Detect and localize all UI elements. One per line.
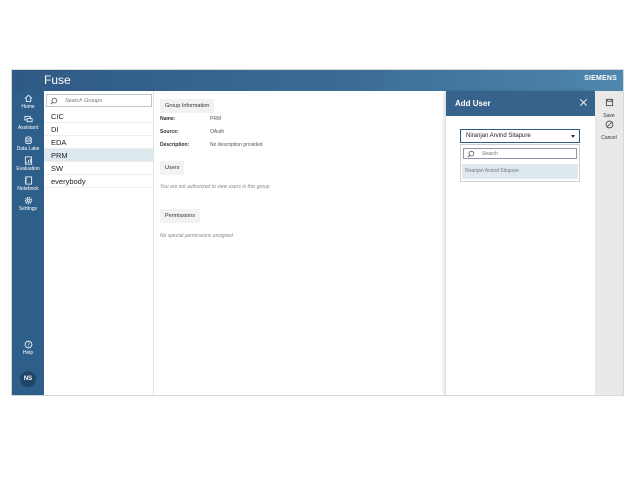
user-search-input[interactable] (482, 150, 572, 158)
nav-item-help[interactable]: ? Help (12, 340, 44, 356)
nav-item-label: Notebook (17, 186, 39, 192)
name-label: Name: (160, 116, 176, 122)
description-value: No description provided (210, 142, 263, 148)
nav-item-evaluation[interactable]: Evaluation (12, 156, 44, 172)
group-detail-panel: Group Information Name: PRM Source: OAut… (154, 91, 446, 395)
permissions-header: Permissions (160, 209, 200, 223)
database-icon (24, 136, 32, 145)
gear-icon (24, 196, 32, 205)
permissions-message: No special permissions assigned (160, 233, 233, 239)
action-bar: Save Cancel (595, 91, 623, 395)
source-label: Source: (160, 129, 179, 135)
cancel-button[interactable]: Cancel (595, 116, 623, 141)
search-icon (467, 150, 475, 158)
group-item-prm[interactable]: PRM (44, 149, 153, 162)
save-icon (605, 98, 613, 107)
source-value: OAuth (210, 129, 225, 135)
nav-item-label: Home (21, 104, 35, 110)
add-user-title: Add User (455, 99, 491, 108)
group-info-header: Group Information (160, 99, 215, 113)
nav-item-label: Evaluation (16, 166, 40, 172)
nav-item-label: Help (22, 350, 34, 356)
group-item-everybody[interactable]: everybody (44, 175, 153, 188)
search-icon (50, 97, 58, 105)
users-header: Users (160, 161, 185, 175)
nav-item-label: Settings (18, 206, 38, 212)
nav-item-settings[interactable]: Settings (12, 196, 44, 212)
add-user-drawer: Add User Niranjan Arvind Sitapure Niranj… (446, 91, 595, 395)
cancel-label: Cancel (601, 135, 617, 141)
user-search[interactable] (463, 148, 577, 159)
notebook-icon (24, 176, 32, 185)
close-icon[interactable] (579, 98, 588, 107)
group-item-di[interactable]: DI (44, 123, 153, 136)
group-item-cic[interactable]: CIC (44, 110, 153, 123)
cancel-icon (605, 120, 613, 129)
app-window: Fuse SIEMENS Home Assistant Data Lake Ev… (12, 70, 623, 395)
user-option[interactable]: Niranjan Arvind Sitapure (462, 164, 578, 179)
group-search[interactable] (46, 94, 152, 107)
home-icon (24, 94, 32, 103)
group-search-input[interactable] (65, 96, 149, 105)
svg-text:?: ? (27, 342, 30, 348)
group-list-panel: CIC DI EDA PRM SW everybody (44, 91, 154, 395)
description-label: Description: (160, 142, 190, 148)
top-bar: Fuse SIEMENS (12, 70, 623, 91)
app-title: Fuse (44, 73, 71, 87)
nav-sidebar: Home Assistant Data Lake Evaluation Note… (12, 91, 44, 395)
nav-item-label: Assistant (17, 125, 39, 131)
chat-icon (23, 115, 33, 123)
nav-item-home[interactable]: Home (12, 94, 44, 110)
nav-item-assistant[interactable]: Assistant (12, 115, 44, 131)
group-item-sw[interactable]: SW (44, 162, 153, 175)
group-item-eda[interactable]: EDA (44, 136, 153, 149)
nav-item-notebook[interactable]: Notebook (12, 176, 44, 192)
user-select-value: Niranjan Arvind Sitapure (466, 133, 531, 139)
chevron-down-icon (571, 135, 575, 138)
brand-logo: SIEMENS (584, 75, 617, 82)
user-dropdown: Niranjan Arvind Sitapure (460, 144, 580, 182)
user-select[interactable]: Niranjan Arvind Sitapure (460, 129, 580, 143)
add-user-header: Add User (446, 91, 595, 116)
name-value: PRM (210, 116, 222, 122)
help-icon: ? (24, 340, 32, 348)
users-message: You are not authorized to view users in … (160, 184, 270, 190)
avatar[interactable]: NS (20, 371, 36, 387)
nav-item-data-lake[interactable]: Data Lake (12, 136, 44, 152)
evaluation-icon (24, 156, 32, 165)
nav-item-label: Data Lake (16, 146, 40, 152)
